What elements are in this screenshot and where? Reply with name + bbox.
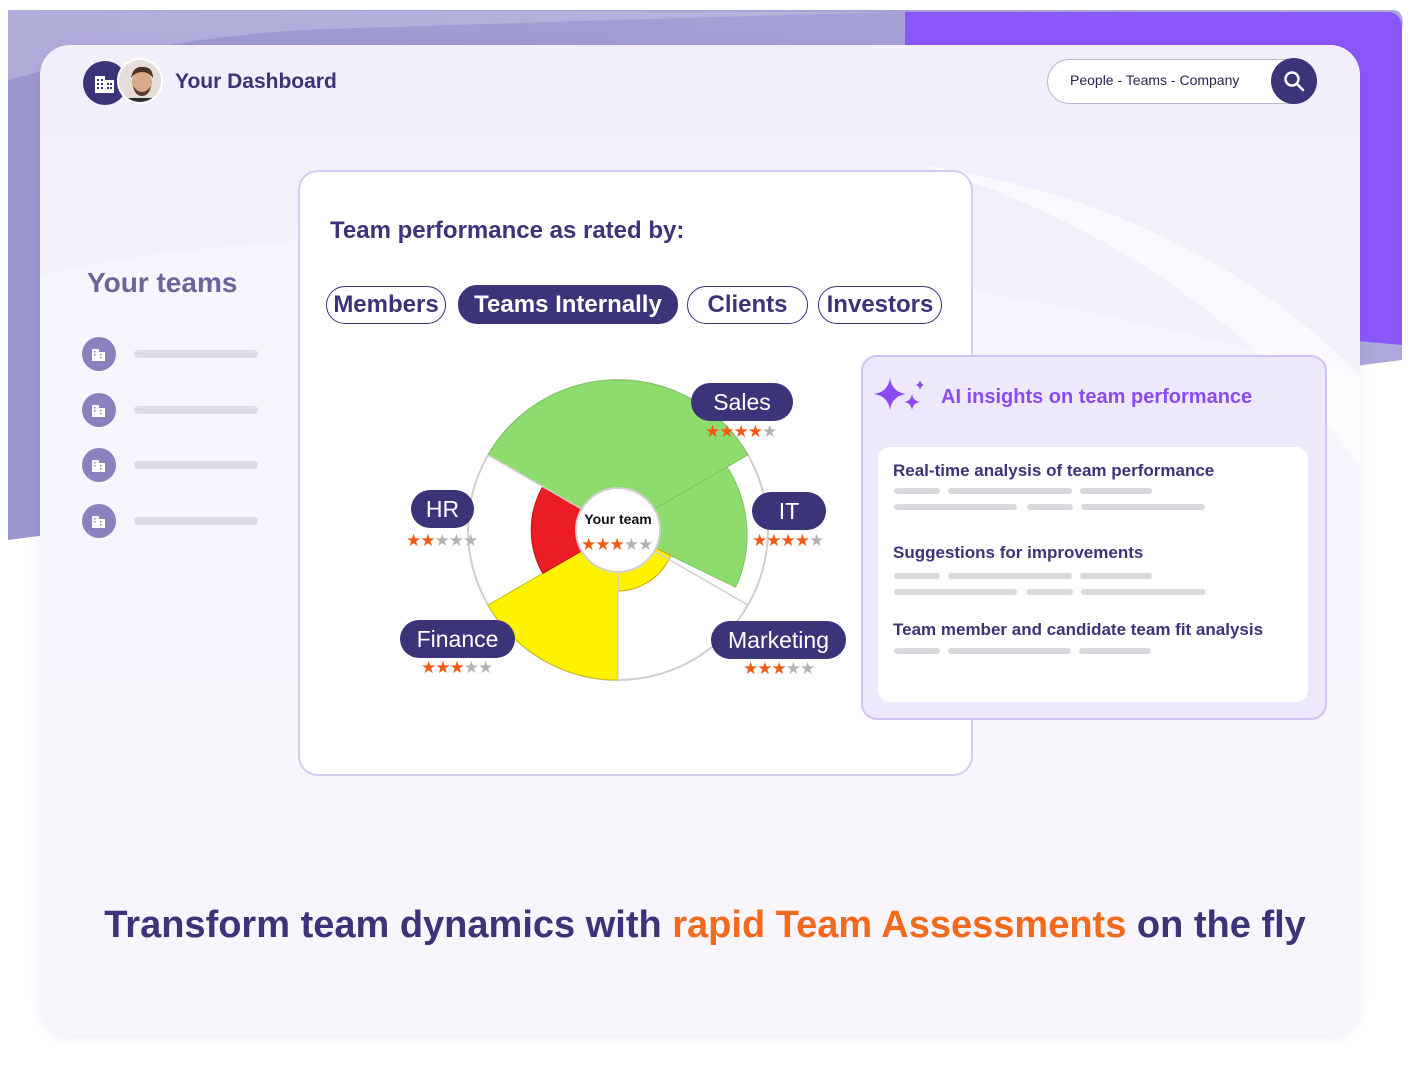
search-icon bbox=[1284, 71, 1305, 92]
text-placeholder bbox=[1081, 504, 1205, 510]
center-team-label: Your team bbox=[584, 511, 652, 527]
star-filled-icon: ★ bbox=[766, 531, 781, 551]
segment-label-sales[interactable]: Sales bbox=[691, 383, 793, 421]
team-building-icon bbox=[82, 393, 116, 427]
text-placeholder bbox=[1027, 504, 1073, 510]
ai-item-realtime-analysis[interactable]: Real-time analysis of team performance bbox=[893, 461, 1214, 481]
star-filled-icon: ★ bbox=[757, 659, 772, 679]
search-input[interactable] bbox=[1070, 72, 1260, 88]
search-button[interactable] bbox=[1271, 58, 1317, 104]
text-placeholder bbox=[894, 573, 940, 579]
team-building-icon bbox=[82, 337, 116, 371]
tab-members[interactable]: Members bbox=[326, 286, 446, 324]
team-building-icon bbox=[82, 448, 116, 482]
dashboard-title: Your Dashboard bbox=[175, 70, 337, 93]
star-filled-icon: ★ bbox=[595, 535, 610, 555]
text-placeholder bbox=[894, 648, 940, 654]
user-avatar[interactable] bbox=[117, 58, 163, 104]
tagline-highlight: rapid Team Assessments bbox=[672, 904, 1127, 946]
star-empty-icon: ★ bbox=[809, 531, 824, 551]
star-empty-icon: ★ bbox=[785, 659, 801, 679]
star-empty-icon: ★ bbox=[463, 658, 479, 678]
text-placeholder bbox=[948, 648, 1071, 654]
segment-label-marketing[interactable]: Marketing bbox=[711, 621, 846, 659]
ai-item-suggestions[interactable]: Suggestions for improvements bbox=[893, 543, 1143, 563]
segment-label-finance[interactable]: Finance bbox=[400, 620, 515, 658]
text-placeholder bbox=[1079, 648, 1151, 654]
star-filled-icon: ★ bbox=[719, 422, 734, 442]
tagline: Transform team dynamics with rapid Team … bbox=[40, 904, 1370, 947]
marketing-stars: ★★★★★ bbox=[743, 659, 815, 679]
center-circle bbox=[575, 487, 661, 573]
star-filled-icon: ★ bbox=[449, 658, 465, 678]
star-empty-icon: ★ bbox=[434, 531, 450, 551]
tagline-before: Transform team dynamics with bbox=[104, 904, 673, 946]
star-filled-icon: ★ bbox=[780, 531, 796, 551]
finance-stars: ★★★★★ bbox=[421, 658, 493, 678]
star-filled-icon: ★ bbox=[705, 422, 720, 442]
team-name-placeholder bbox=[134, 406, 258, 414]
team-name-placeholder bbox=[134, 461, 258, 469]
segment-label-it[interactable]: IT bbox=[752, 492, 826, 530]
ai-item-team-fit-analysis[interactable]: Team member and candidate team fit analy… bbox=[893, 620, 1263, 640]
tab-investors[interactable]: Investors bbox=[818, 286, 942, 324]
star-filled-icon: ★ bbox=[743, 659, 758, 679]
star-filled-icon: ★ bbox=[752, 531, 767, 551]
star-empty-icon: ★ bbox=[478, 658, 493, 678]
team-building-icon bbox=[82, 504, 116, 538]
performance-title: Team performance as rated by: bbox=[330, 217, 685, 244]
it-stars: ★★★★★ bbox=[752, 531, 824, 551]
star-filled-icon: ★ bbox=[420, 531, 435, 551]
sidebar-team-item[interactable] bbox=[82, 504, 262, 538]
star-filled-icon: ★ bbox=[581, 535, 596, 555]
tab-clients[interactable]: Clients bbox=[687, 286, 808, 324]
sparkle-icon bbox=[874, 378, 924, 410]
hr-stars: ★★★★★ bbox=[406, 531, 478, 551]
text-placeholder bbox=[948, 573, 1072, 579]
center-team-stars: ★★★★★ bbox=[581, 535, 653, 555]
sidebar-team-item[interactable] bbox=[82, 448, 262, 482]
star-empty-icon: ★ bbox=[463, 531, 478, 551]
star-filled-icon: ★ bbox=[771, 659, 787, 679]
tagline-after: on the fly bbox=[1126, 904, 1306, 946]
team-name-placeholder bbox=[134, 350, 258, 358]
text-placeholder bbox=[1080, 488, 1152, 494]
tab-teams-internally[interactable]: Teams Internally bbox=[458, 285, 678, 324]
star-filled-icon: ★ bbox=[794, 531, 810, 551]
ai-insights-title: AI insights on team performance bbox=[941, 386, 1253, 408]
star-filled-icon: ★ bbox=[609, 535, 625, 555]
star-filled-icon: ★ bbox=[747, 422, 763, 442]
segment-label-hr[interactable]: HR bbox=[411, 490, 474, 528]
sidebar-team-item[interactable] bbox=[82, 337, 262, 371]
star-empty-icon: ★ bbox=[800, 659, 815, 679]
text-placeholder bbox=[894, 589, 1017, 595]
team-name-placeholder bbox=[134, 517, 258, 525]
text-placeholder bbox=[894, 488, 940, 494]
your-teams-heading: Your teams bbox=[87, 267, 238, 298]
text-placeholder bbox=[1080, 573, 1152, 579]
sales-stars: ★★★★★ bbox=[705, 422, 777, 442]
text-placeholder bbox=[948, 488, 1072, 494]
star-empty-icon: ★ bbox=[638, 535, 653, 555]
star-empty-icon: ★ bbox=[762, 422, 777, 442]
star-filled-icon: ★ bbox=[733, 422, 749, 442]
text-placeholder bbox=[1081, 589, 1205, 595]
star-empty-icon: ★ bbox=[448, 531, 464, 551]
star-filled-icon: ★ bbox=[435, 658, 450, 678]
text-placeholder bbox=[894, 504, 1017, 510]
star-filled-icon: ★ bbox=[406, 531, 421, 551]
star-empty-icon: ★ bbox=[623, 535, 639, 555]
text-placeholder bbox=[1027, 589, 1073, 595]
sidebar-team-item[interactable] bbox=[82, 393, 262, 427]
star-filled-icon: ★ bbox=[421, 658, 436, 678]
